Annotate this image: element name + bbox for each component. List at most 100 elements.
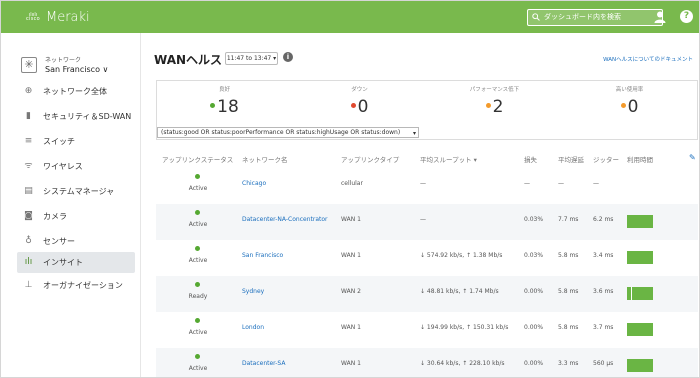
meraki-logo[interactable]: ılıılı cisco Meraki: [23, 10, 90, 25]
jitter: 560 μs: [593, 360, 614, 367]
sidebar-item-label: システムマネージャ: [43, 187, 115, 196]
status-active-dot-icon: [195, 174, 200, 179]
network-name-link[interactable]: London: [242, 324, 264, 331]
uplink-status: Active: [188, 365, 208, 372]
column-header-loss[interactable]: 損失: [524, 154, 537, 164]
network-name-link[interactable]: Chicago: [242, 180, 266, 187]
sidebar-item-label: オーガナイゼーション: [43, 281, 123, 290]
table-row[interactable]: Active Datacenter-SA WAN 1 ↓ 30.64 kb/s,…: [156, 348, 698, 377]
summary-label: ダウン: [351, 87, 368, 93]
network-name-link[interactable]: San Francisco: [242, 252, 283, 259]
avg-latency: 5.8 ms: [558, 324, 579, 331]
cisco-wordmark: cisco: [25, 16, 41, 22]
usage-timeline-bar: [627, 359, 653, 372]
sidebar-item-label: ネットワーク全体: [43, 87, 107, 96]
avg-throughput: ↓ 574.92 kb/s, ↑ 1.38 Mb/s: [420, 252, 503, 259]
avg-throughput: ↓ 194.99 kb/s, ↑ 150.31 kb/s: [420, 324, 509, 331]
table-row[interactable]: Active Chicago cellular — — — —: [156, 168, 698, 204]
summary-value: 18: [217, 97, 239, 117]
sidebar-item-switch[interactable]: ≡ スイッチ: [17, 131, 135, 152]
edit-columns-icon[interactable]: ✎: [689, 153, 696, 162]
network-name-link[interactable]: Datacenter-NA-Concentrator: [242, 216, 327, 223]
column-header-network-name[interactable]: ネットワーク名: [242, 154, 288, 164]
sidebar-item-organization[interactable]: ⊥ オーガナイゼーション: [17, 275, 135, 296]
sidebar-item-sensor[interactable]: ♁ センサー: [17, 231, 135, 252]
sidebar-item-network-wide[interactable]: ⊕ ネットワーク全体: [17, 81, 135, 102]
dashboard-search-input[interactable]: ダッシュボード内を検索: [527, 9, 663, 26]
summary-high-usage[interactable]: 高い使用率 0: [562, 81, 697, 139]
summary-poor-performance[interactable]: パフォーマンス低下 2: [427, 81, 562, 139]
time-range-dropdown[interactable]: 11:47 to 13:47 ▾: [225, 52, 278, 65]
column-header-uplink-status[interactable]: アップリンクステータス: [162, 154, 233, 164]
avg-throughput: —: [420, 216, 426, 223]
switch-icon: ≡: [24, 136, 33, 146]
systems-manager-icon: ▤: [24, 186, 33, 196]
user-icon[interactable]: [654, 11, 666, 23]
organization-icon: ⊥: [24, 280, 33, 290]
loss: 0.00%: [524, 324, 544, 331]
uplink-type: WAN 2: [341, 288, 361, 295]
jitter: 3.7 ms: [593, 324, 614, 331]
network-name-link[interactable]: Datacenter-SA: [242, 360, 285, 367]
jitter: —: [593, 180, 599, 187]
sidebar-item-label: センサー: [43, 237, 75, 246]
sensor-icon: ♁: [25, 236, 32, 246]
summary-value: 2: [492, 97, 504, 117]
column-header-avg-latency[interactable]: 平均遅延: [558, 154, 584, 164]
network-selector-value: San Francisco ∨: [45, 65, 109, 74]
summary-label: パフォーマンス低下: [469, 87, 520, 93]
column-header-jitter[interactable]: ジッター: [593, 154, 619, 164]
sidebar-item-label: スイッチ: [43, 137, 75, 146]
uplink-status: Active: [188, 221, 208, 228]
avg-throughput: —: [420, 180, 426, 187]
sidebar-item-label: ワイヤレス: [43, 162, 83, 171]
main-content: WANヘルス 11:47 to 13:47 ▾ i WANヘルスについてのドキュ…: [142, 33, 699, 377]
info-icon[interactable]: i: [283, 52, 293, 62]
sidebar-item-wireless[interactable]: ᯤ ワイヤレス: [17, 156, 135, 177]
uplink-status: Active: [188, 257, 208, 264]
network-name-link[interactable]: Sydney: [242, 288, 264, 295]
column-header-avg-throughput[interactable]: 平均スループット ▾: [420, 154, 477, 164]
network-selector[interactable]: ✳ ネットワーク San Francisco ∨: [19, 53, 139, 83]
sidebar-item-systems-manager[interactable]: ▤ システムマネージャ: [17, 181, 135, 202]
search-placeholder: ダッシュボード内を検索: [544, 13, 621, 21]
sidebar-item-camera[interactable]: ◙ カメラ: [17, 206, 135, 227]
network-icon: ⊕: [24, 86, 33, 96]
filter-dropdown-caret-icon[interactable]: ▾: [413, 130, 416, 137]
jitter: 6.2 ms: [593, 216, 614, 223]
sidebar-item-label: カメラ: [43, 212, 67, 221]
docs-link[interactable]: WANヘルスについてのドキュメント: [603, 55, 693, 63]
security-icon: ▮: [26, 111, 31, 121]
uplink-type: WAN 1: [341, 360, 361, 367]
status-poor-dot-icon: [485, 102, 491, 108]
sidebar-item-label: セキュリティ＆SD-WAN: [43, 112, 132, 121]
avg-latency: —: [558, 180, 564, 187]
loss: 0.00%: [524, 288, 544, 295]
uplink-status: Ready: [188, 293, 208, 300]
wireless-icon: ᯤ: [24, 161, 33, 171]
usage-timeline-bar: [627, 323, 653, 336]
summary-label: 高い使用率: [615, 87, 644, 93]
status-good-dot-icon: [210, 102, 216, 108]
table-row[interactable]: Ready Sydney WAN 2 ↓ 48.81 kb/s, ↑ 1.74 …: [156, 276, 698, 312]
status-filter-input[interactable]: (status:good OR status:poorPerformance O…: [157, 127, 419, 138]
table-row[interactable]: Active London WAN 1 ↓ 194.99 kb/s, ↑ 150…: [156, 312, 698, 348]
uplink-type: WAN 1: [341, 324, 361, 331]
column-header-usage-time[interactable]: 利用時間: [627, 154, 653, 164]
sidebar-item-security-sdwan[interactable]: ▮ セキュリティ＆SD-WAN: [17, 106, 135, 127]
network-selector-label: ネットワーク: [45, 57, 82, 64]
table-row[interactable]: Active Datacenter-NA-Concentrator WAN 1 …: [156, 204, 698, 240]
help-icon[interactable]: ?: [680, 10, 693, 23]
jitter: 3.6 ms: [593, 288, 614, 295]
loss: —: [524, 180, 530, 187]
summary-value: 0: [627, 97, 639, 117]
avg-latency: 5.8 ms: [558, 288, 579, 295]
table-row[interactable]: Active San Francisco WAN 1 ↓ 574.92 kb/s…: [156, 240, 698, 276]
avg-latency: 5.8 ms: [558, 252, 579, 259]
sidebar-item-insight[interactable]: ılı インサイト: [17, 252, 135, 273]
table-header: アップリンクステータス ネットワーク名 アップリンクタイプ 平均スループット ▾…: [156, 150, 698, 168]
status-active-dot-icon: [195, 210, 200, 215]
meraki-wordmark: Meraki: [46, 10, 90, 25]
column-header-uplink-type[interactable]: アップリンクタイプ: [341, 154, 399, 164]
usage-timeline-bar: [627, 215, 653, 228]
